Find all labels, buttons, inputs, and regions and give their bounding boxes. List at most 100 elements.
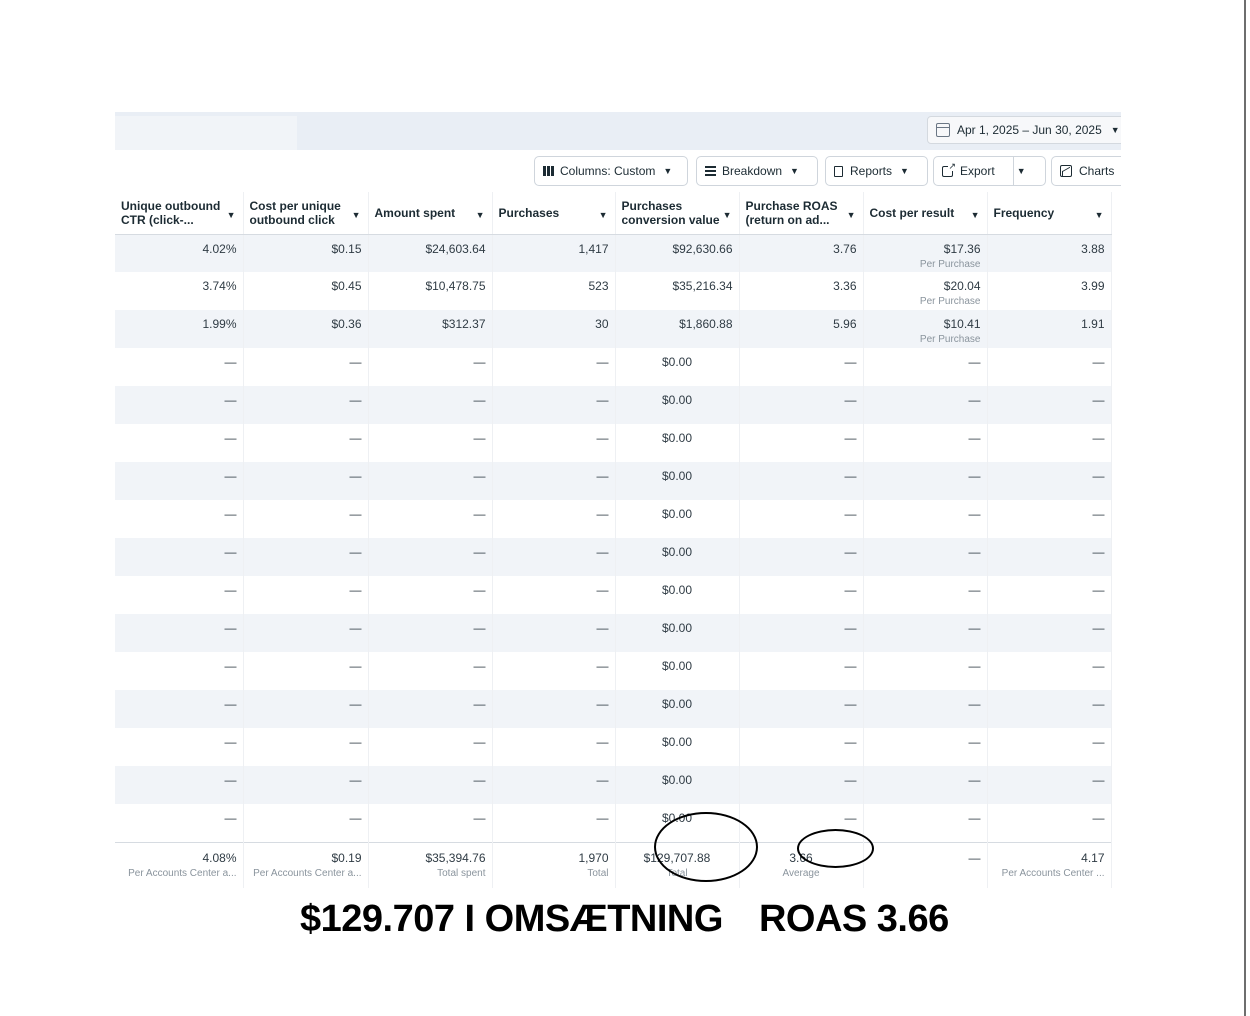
table-row[interactable]: 1.99% $0.36 $312.37 30 $1,860.88 5.96 $1… [115, 310, 1112, 348]
cpr-cell: — [863, 728, 988, 766]
table-row[interactable]: — — — — $0.00— — — [115, 614, 1112, 652]
freq-cell: — [987, 728, 1112, 766]
columns-button[interactable]: Columns: Custom ▼ [534, 156, 688, 186]
cpr-cell: — [863, 652, 988, 690]
sort-caret-icon[interactable]: ▼ [1095, 208, 1104, 222]
column-header[interactable]: Unique outbound CTR (click-... ▼ [115, 192, 244, 235]
table-row[interactable]: — — — — $0.00— — — [115, 804, 1112, 842]
export-button[interactable]: Export ▼ [933, 156, 1046, 186]
roas-cell: — [739, 652, 864, 690]
column-header[interactable]: Frequency ▼ [987, 192, 1112, 235]
table-row[interactable]: — — — — $0.00— — — [115, 766, 1112, 804]
table-row[interactable]: — — — — $0.00— — — [115, 348, 1112, 386]
table-row[interactable]: — — — — $0.00— — — [115, 386, 1112, 424]
spent-cell: — [368, 728, 493, 766]
sort-caret-icon[interactable]: ▼ [971, 208, 980, 222]
ctr-total-value: 4.08% [202, 850, 237, 865]
roas-cell: — [739, 424, 864, 462]
cpr-value: $20.04 [943, 279, 981, 293]
cpc-cell: — [243, 690, 369, 728]
spent-cell: $24,603.64 [368, 234, 493, 272]
cpr-cell: — [863, 386, 988, 424]
sort-caret-icon[interactable]: ▼ [352, 208, 361, 222]
roas-cell: — [739, 728, 864, 766]
value-cell: $0.00 [615, 728, 740, 766]
cpc-total: $0.19 Per Accounts Center a... [243, 841, 369, 888]
cpc-cell: — [243, 576, 369, 614]
value-cell: $0.00 [615, 576, 740, 614]
spent-cell: $312.37 [368, 310, 493, 348]
table-row[interactable]: — — — — $0.00— — — [115, 424, 1112, 462]
cpr-total: — [863, 841, 988, 888]
cpr-cell: — [863, 804, 988, 842]
freq-cell: — [987, 766, 1112, 804]
date-range-picker[interactable]: Apr 1, 2025 – Jun 30, 2025 ▼ [927, 116, 1121, 144]
cpr-cell: — [863, 462, 988, 500]
column-header[interactable]: Cost per unique outbound click ▼ [243, 192, 369, 235]
ctr-cell: — [115, 348, 244, 386]
spent-cell: — [368, 348, 493, 386]
charts-button[interactable]: Charts [1051, 156, 1121, 186]
table-row[interactable]: — — — — $0.00— — — [115, 690, 1112, 728]
freq-cell: — [987, 652, 1112, 690]
cpc-cell: — [243, 348, 369, 386]
column-header[interactable]: Cost per result ▼ [863, 192, 988, 235]
spent-cell: $10,478.75 [368, 272, 493, 310]
sort-caret-icon[interactable]: ▼ [723, 208, 732, 222]
column-header[interactable]: Amount spent ▼ [368, 192, 493, 235]
table-row[interactable]: — — — — $0.00— — — [115, 652, 1112, 690]
table-row[interactable]: — — — — $0.00— — — [115, 728, 1112, 766]
cpc-total-value: $0.19 [331, 850, 362, 865]
totals-row: 4.08% Per Accounts Center a... $0.19 Per A… [115, 841, 1112, 888]
table-row[interactable]: — — — — $0.00— — — [115, 500, 1112, 538]
freq-cell: — [987, 424, 1112, 462]
roas-total-sub: Average [782, 867, 820, 879]
export-dropdown-icon[interactable]: ▼ [1017, 166, 1026, 176]
freq-cell: — [987, 462, 1112, 500]
sort-caret-icon[interactable]: ▼ [476, 208, 485, 222]
cpc-cell: — [243, 614, 369, 652]
column-header[interactable]: Purchases conversion value ▼ [615, 192, 740, 235]
summary-caption: $129.707 I OMSÆTNING ROAS 3.66 [300, 898, 1000, 941]
table-row[interactable]: 4.02% $0.15 $24,603.64 1,417 $92,630.66 … [115, 234, 1112, 272]
ctr-cell: 3.74% [115, 272, 244, 310]
report-toolbar: Columns: Custom ▼ Breakdown ▼ Reports ▼ … [115, 150, 1121, 192]
purchases-cell: — [492, 804, 616, 842]
cpr-sub: Per Purchase [919, 334, 981, 345]
purchases-cell: — [492, 348, 616, 386]
table-row[interactable]: — — — — $0.00— — — [115, 576, 1112, 614]
column-header[interactable]: Purchases ▼ [492, 192, 616, 235]
table-row[interactable]: — — — — $0.00— — — [115, 538, 1112, 576]
columns-icon [543, 166, 554, 176]
table-row[interactable]: — — — — $0.00— — — [115, 462, 1112, 500]
roas-cell: 3.76 [739, 234, 864, 272]
roas-cell: — [739, 500, 864, 538]
cpr-cell: $10.41 Per Purchase [863, 310, 988, 348]
purchases-cell: — [492, 690, 616, 728]
sort-caret-icon[interactable]: ▼ [227, 208, 236, 222]
sort-caret-icon[interactable]: ▼ [847, 208, 856, 222]
breakdown-label: Breakdown [722, 164, 783, 178]
freq-cell: — [987, 804, 1112, 842]
report-header-bar: Apr 1, 2025 – Jun 30, 2025 ▼ [115, 112, 1121, 150]
table-row[interactable]: 3.74% $0.45 $10,478.75 523 $35,216.34 3.… [115, 272, 1112, 310]
ctr-cell: — [115, 386, 244, 424]
purchases-cell: 523 [492, 272, 616, 310]
column-header-label: Cost per unique outbound click [249, 198, 341, 227]
spent-cell: — [368, 804, 493, 842]
sort-caret-icon[interactable]: ▼ [599, 208, 608, 222]
charts-label: Charts [1079, 164, 1115, 178]
freq-cell: — [987, 348, 1112, 386]
roas-cell: — [739, 576, 864, 614]
ctr-cell: — [115, 424, 244, 462]
reports-button[interactable]: Reports ▼ [825, 156, 928, 186]
cpc-cell: — [243, 386, 369, 424]
spent-cell: — [368, 766, 493, 804]
spent-cell: — [368, 424, 493, 462]
cpr-cell: — [863, 614, 988, 652]
breakdown-button[interactable]: Breakdown ▼ [696, 156, 818, 186]
column-header[interactable]: Purchase ROAS (return on ad... ▼ [739, 192, 864, 235]
ctr-cell: — [115, 804, 244, 842]
spent-total-sub: Total spent [437, 867, 486, 879]
value-cell: $92,630.66 [615, 234, 740, 272]
